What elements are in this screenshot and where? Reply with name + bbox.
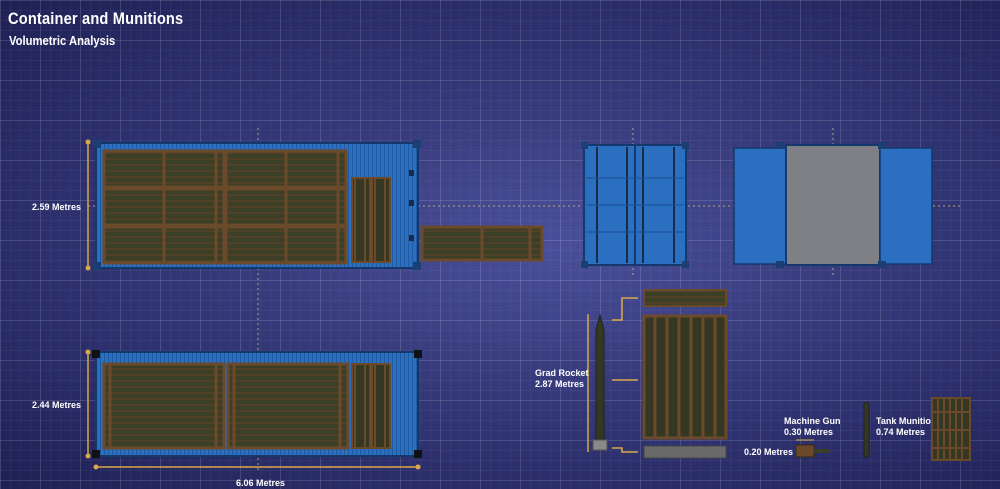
container-open-view	[733, 142, 933, 268]
label-tank-munition-size: 0.74 Metres	[876, 427, 925, 437]
label-machine-gun-size: 0.30 Metres	[784, 427, 833, 437]
label-grad-rocket: Grad Rocket	[535, 368, 589, 378]
dimension-height-top: 2.44 Metres	[32, 349, 91, 459]
container-top-view	[92, 350, 422, 458]
diagram-canvas: 2.59 Metres 2.44 Metres 6.06 Metres Grad…	[32, 128, 971, 488]
container-side-view	[93, 140, 421, 270]
crate-stack-side	[102, 149, 391, 265]
label-grad-rocket-size: 2.87 Metres	[535, 379, 584, 389]
rocket-crate-views	[612, 289, 728, 459]
machine-gun-round	[795, 439, 830, 458]
label-height-top: 2.44 Metres	[32, 400, 81, 410]
grad-rocket	[587, 313, 608, 452]
tank-munition-crate	[931, 397, 971, 461]
label-machine-gun: Machine Gun	[784, 416, 841, 426]
label-tank-munition: Tank Munition	[876, 416, 936, 426]
dimension-length: 6.06 Metres	[93, 464, 421, 488]
label-height-side: 2.59 Metres	[32, 202, 81, 212]
dimension-height-side: 2.59 Metres	[32, 139, 91, 271]
label-machine-gun-width: 0.20 Metres	[744, 447, 793, 457]
tank-munition	[863, 402, 870, 458]
label-length: 6.06 Metres	[236, 478, 285, 488]
container-door-view	[581, 142, 689, 268]
